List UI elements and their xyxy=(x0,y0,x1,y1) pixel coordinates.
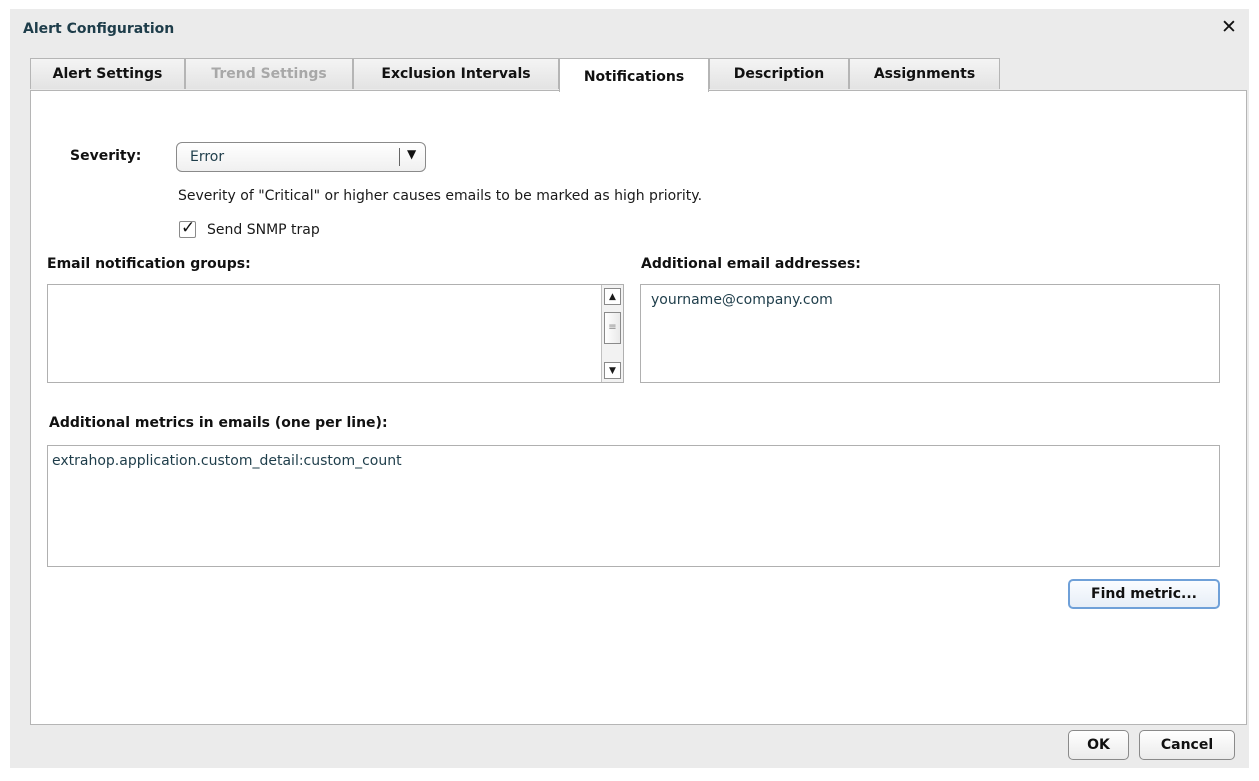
checkmark-icon: ✓ xyxy=(181,218,196,238)
select-divider xyxy=(399,148,400,166)
tab-exclusion-intervals[interactable]: Exclusion Intervals xyxy=(353,58,559,89)
alert-configuration-dialog: Alert Configuration ✕ Alert Settings Tre… xyxy=(10,9,1249,768)
severity-selected-value: Error xyxy=(190,149,225,165)
tab-trend-settings: Trend Settings xyxy=(185,58,353,89)
additional-emails-value: yourname@company.com xyxy=(651,292,833,308)
metrics-label: Additional metrics in emails (one per li… xyxy=(49,415,388,431)
snmp-checkbox[interactable]: ✓ xyxy=(179,218,196,238)
tab-notifications[interactable]: Notifications xyxy=(559,58,709,92)
severity-select[interactable]: Error ▼ xyxy=(176,142,426,172)
severity-label: Severity: xyxy=(70,148,142,164)
title-bar: Alert Configuration ✕ xyxy=(10,9,1249,49)
metrics-value: extrahop.application.custom_detail:custo… xyxy=(52,453,402,469)
scroll-thumb[interactable]: ≡ xyxy=(604,312,621,344)
chevron-down-icon: ▼ xyxy=(407,147,417,161)
scroll-down-icon[interactable]: ▼ xyxy=(604,362,621,379)
email-groups-list[interactable]: ▲ ≡ ▼ xyxy=(47,284,624,383)
additional-emails-label: Additional email addresses: xyxy=(641,256,861,272)
tab-alert-settings[interactable]: Alert Settings xyxy=(30,58,185,89)
ok-button[interactable]: OK xyxy=(1068,730,1129,760)
snmp-label: Send SNMP trap xyxy=(207,222,320,238)
notifications-panel: Severity: Error ▼ Severity of "Critical"… xyxy=(30,90,1247,725)
scroll-up-icon[interactable]: ▲ xyxy=(604,288,621,305)
additional-emails-field[interactable]: yourname@company.com xyxy=(640,284,1220,383)
email-groups-label: Email notification groups: xyxy=(47,256,251,272)
find-metric-button[interactable]: Find metric... xyxy=(1068,579,1220,609)
email-groups-scrollbar[interactable]: ▲ ≡ ▼ xyxy=(601,285,623,382)
dialog-title: Alert Configuration xyxy=(23,21,175,37)
tab-assignments[interactable]: Assignments xyxy=(849,58,1000,89)
cancel-button[interactable]: Cancel xyxy=(1139,730,1235,760)
severity-note: Severity of "Critical" or higher causes … xyxy=(178,188,703,204)
metrics-textarea[interactable]: extrahop.application.custom_detail:custo… xyxy=(47,445,1220,567)
close-icon[interactable]: ✕ xyxy=(1217,15,1241,39)
tab-description[interactable]: Description xyxy=(709,58,849,89)
